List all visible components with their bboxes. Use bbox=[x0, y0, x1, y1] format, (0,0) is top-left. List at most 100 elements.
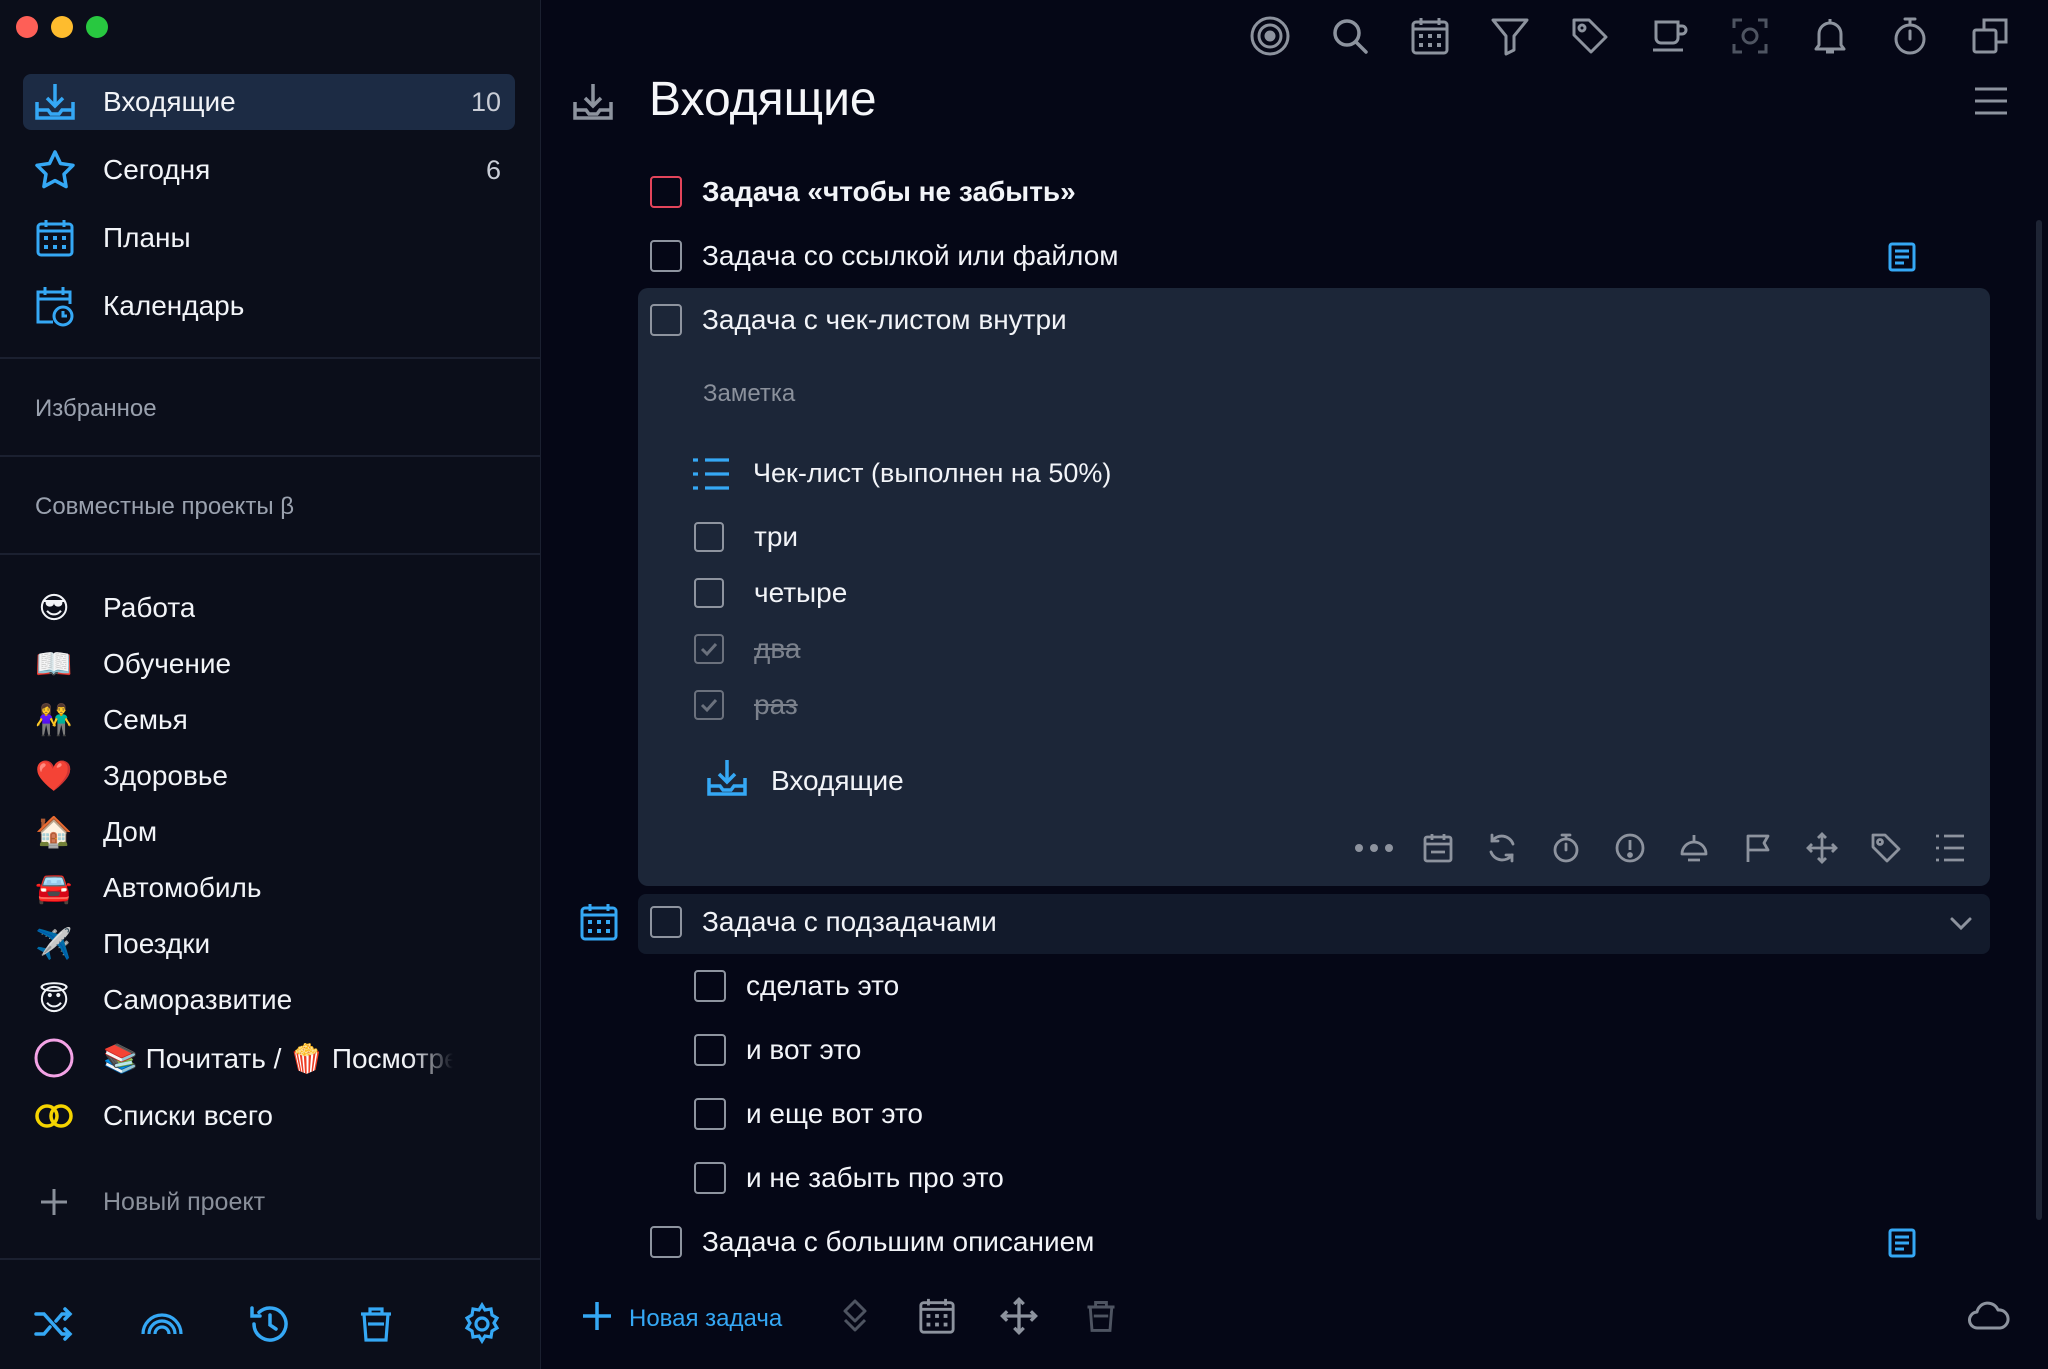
new-task-label: Новая задача bbox=[629, 1304, 783, 1332]
maximize-window-button[interactable] bbox=[86, 16, 108, 38]
search-icon[interactable] bbox=[1328, 14, 1372, 58]
trash-icon[interactable] bbox=[352, 1300, 400, 1348]
subtask-row[interactable]: и не забыть про это bbox=[694, 1162, 1004, 1194]
trash-icon[interactable] bbox=[1079, 1294, 1123, 1338]
priority-icon[interactable] bbox=[1610, 828, 1650, 868]
tag-icon[interactable] bbox=[1568, 14, 1612, 58]
task-checkbox[interactable] bbox=[650, 304, 682, 336]
checklist-checkbox[interactable] bbox=[694, 578, 724, 608]
divider bbox=[0, 553, 540, 555]
checklist-item[interactable]: три bbox=[694, 521, 798, 553]
windows-icon[interactable] bbox=[1968, 14, 2012, 58]
subtask-checkbox[interactable] bbox=[694, 1098, 726, 1130]
reminder-icon[interactable] bbox=[1674, 828, 1714, 868]
checklist-icon[interactable] bbox=[1930, 828, 1970, 868]
sort-icon[interactable] bbox=[833, 1294, 877, 1338]
timer-icon[interactable] bbox=[1546, 828, 1586, 868]
nav-label: Планы bbox=[103, 222, 191, 253]
menu-icon[interactable] bbox=[1973, 86, 2009, 121]
task-row[interactable]: Задача с большим описанием bbox=[650, 1226, 1094, 1258]
settings-icon[interactable] bbox=[458, 1300, 506, 1348]
project-home[interactable]: 🏠 Дом bbox=[33, 808, 503, 856]
task-row[interactable]: Задача «чтобы не забыть» bbox=[650, 176, 1076, 208]
subtask-row[interactable]: сделать это bbox=[694, 970, 899, 1002]
project-self-development[interactable]: 😇 Саморазвитие bbox=[33, 976, 503, 1024]
nav-label: Календарь bbox=[103, 290, 245, 321]
project-car[interactable]: 🚘 Автомобиль bbox=[33, 864, 503, 912]
note-icon[interactable] bbox=[1887, 242, 1917, 277]
favorites-title[interactable]: Избранное bbox=[35, 395, 157, 423]
calendar-icon[interactable] bbox=[1408, 14, 1452, 58]
task-checkbox[interactable] bbox=[650, 1226, 682, 1258]
minimize-window-button[interactable] bbox=[51, 16, 73, 38]
flag-icon[interactable] bbox=[1738, 828, 1778, 868]
shared-projects-title[interactable]: Совместные проекты β bbox=[35, 493, 294, 521]
project-lists[interactable]: Списки всего bbox=[33, 1092, 503, 1140]
project-health[interactable]: ❤️ Здоровье bbox=[33, 752, 503, 800]
checklist-item[interactable]: четыре bbox=[694, 577, 847, 609]
project-learning[interactable]: 📖 Обучение bbox=[33, 640, 503, 688]
nav-plans[interactable]: Планы bbox=[23, 210, 515, 266]
task-checkbox[interactable] bbox=[650, 906, 682, 938]
tag-icon[interactable] bbox=[1866, 828, 1906, 868]
inbox-icon bbox=[27, 74, 83, 130]
focus-icon[interactable] bbox=[1248, 14, 1292, 58]
repeat-icon[interactable] bbox=[1482, 828, 1522, 868]
screenshot-icon[interactable] bbox=[1728, 14, 1772, 58]
checklist-item[interactable]: два bbox=[694, 633, 800, 665]
subtask-checkbox[interactable] bbox=[694, 970, 726, 1002]
task-title: Задача «чтобы не забыть» bbox=[702, 176, 1076, 207]
task-row[interactable]: Задача со ссылкой или файлом bbox=[650, 240, 1119, 272]
cloud-icon[interactable] bbox=[1967, 1294, 2011, 1338]
calendar-icon[interactable] bbox=[579, 902, 619, 947]
rainbow-icon[interactable] bbox=[138, 1300, 186, 1348]
history-icon[interactable] bbox=[246, 1300, 294, 1348]
calendar-grid-icon bbox=[27, 210, 83, 266]
checklist-checkbox[interactable] bbox=[694, 522, 724, 552]
task-checkbox[interactable] bbox=[650, 176, 682, 208]
chevron-down-icon[interactable] bbox=[1948, 910, 1974, 941]
checklist-checkbox-checked[interactable] bbox=[694, 634, 724, 664]
close-window-button[interactable] bbox=[16, 16, 38, 38]
subtask-row[interactable]: и еще вот это bbox=[694, 1098, 923, 1130]
filter-icon[interactable] bbox=[1488, 14, 1532, 58]
nav-inbox[interactable]: Входящие 10 bbox=[23, 74, 515, 130]
checklist-checkbox-checked[interactable] bbox=[694, 690, 724, 720]
task-checkbox[interactable] bbox=[650, 240, 682, 272]
timer-icon[interactable] bbox=[1888, 14, 1932, 58]
project-label: Саморазвитие bbox=[103, 984, 293, 1015]
subtask-checkbox[interactable] bbox=[694, 1034, 726, 1066]
nav-calendar[interactable]: Календарь bbox=[23, 278, 515, 334]
shuffle-icon[interactable] bbox=[30, 1300, 78, 1348]
project-emoji: 🚘 bbox=[35, 871, 73, 905]
subtask-checkbox[interactable] bbox=[694, 1162, 726, 1194]
window-controls bbox=[16, 16, 108, 38]
new-task-button[interactable]: Новая задача bbox=[581, 1300, 782, 1337]
calendar-icon[interactable] bbox=[915, 1294, 959, 1338]
project-emoji: 🏠 bbox=[35, 815, 73, 849]
project-label: Семья bbox=[103, 704, 188, 735]
new-project-label: Новый проект bbox=[103, 1187, 266, 1216]
new-project-button[interactable]: Новый проект bbox=[33, 1178, 503, 1226]
project-emoji: 📖 bbox=[35, 647, 73, 681]
project-read-watch[interactable]: 📚 Почитать / 🍿 Посмотреть bbox=[33, 1034, 503, 1082]
project-label: Списки всего bbox=[103, 1100, 273, 1131]
task-row[interactable]: Задача с подзадачами bbox=[650, 906, 997, 938]
more-icon[interactable] bbox=[1354, 828, 1394, 868]
move-icon[interactable] bbox=[997, 1294, 1041, 1338]
subtask-row[interactable]: и вот это bbox=[694, 1034, 861, 1066]
checklist-item[interactable]: раз bbox=[694, 689, 798, 721]
move-icon[interactable] bbox=[1802, 828, 1842, 868]
task-row[interactable]: Задача с чек-листом внутри bbox=[650, 304, 1067, 336]
project-family[interactable]: 👫 Семья bbox=[33, 696, 503, 744]
note-icon[interactable] bbox=[1887, 1228, 1917, 1263]
project-trips[interactable]: ✈️ Поездки bbox=[33, 920, 503, 968]
date-icon[interactable] bbox=[1418, 828, 1458, 868]
nav-today[interactable]: Сегодня 6 bbox=[23, 142, 515, 198]
coffee-icon[interactable] bbox=[1648, 14, 1692, 58]
bell-icon[interactable] bbox=[1808, 14, 1852, 58]
scrollbar[interactable] bbox=[2036, 220, 2042, 1220]
note-placeholder[interactable]: Заметка bbox=[703, 380, 795, 408]
project-work[interactable]: 😎 Работа bbox=[33, 584, 503, 632]
task-project[interactable]: Входящие bbox=[705, 756, 904, 805]
